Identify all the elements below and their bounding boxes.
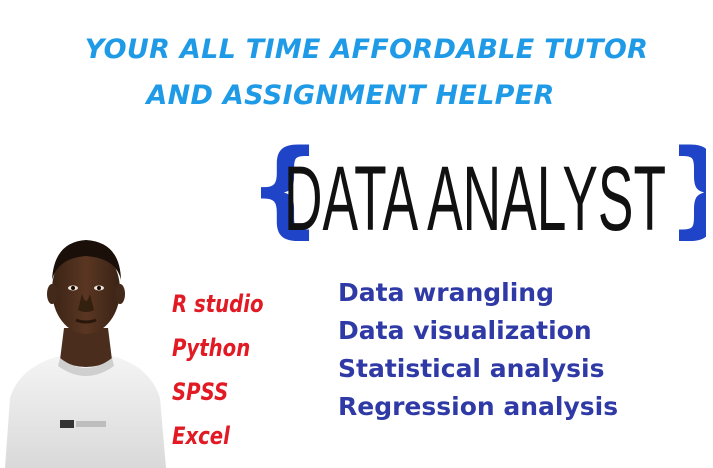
tool-item-python: Python [172, 334, 251, 362]
software-tools-list: R studio Python SPSS Excel [172, 282, 282, 458]
tool-item-excel: Excel [172, 422, 230, 450]
headline-line-1: YOUR ALL TIME AFFORDABLE TUTOR [84, 34, 649, 65]
services-list: Data wrangling Data visualization Statis… [338, 274, 708, 426]
data-analyst-logo: { DATA ANALYST } [248, 128, 706, 246]
service-item-regression-analysis: Regression analysis [338, 392, 619, 421]
headline-line-2: AND ASSIGNMENT HELPER [146, 80, 555, 111]
logo-title: DATA ANALYST [284, 148, 666, 246]
logo-close-brace: } [666, 128, 706, 246]
service-item-data-visualization: Data visualization [338, 316, 592, 345]
tutor-photo [5, 240, 166, 468]
service-item-statistical-analysis: Statistical analysis [338, 354, 605, 383]
service-item-data-wrangling: Data wrangling [338, 278, 554, 307]
tool-item-spss: SPSS [172, 378, 229, 406]
tool-item-r-studio: R studio [172, 290, 264, 318]
